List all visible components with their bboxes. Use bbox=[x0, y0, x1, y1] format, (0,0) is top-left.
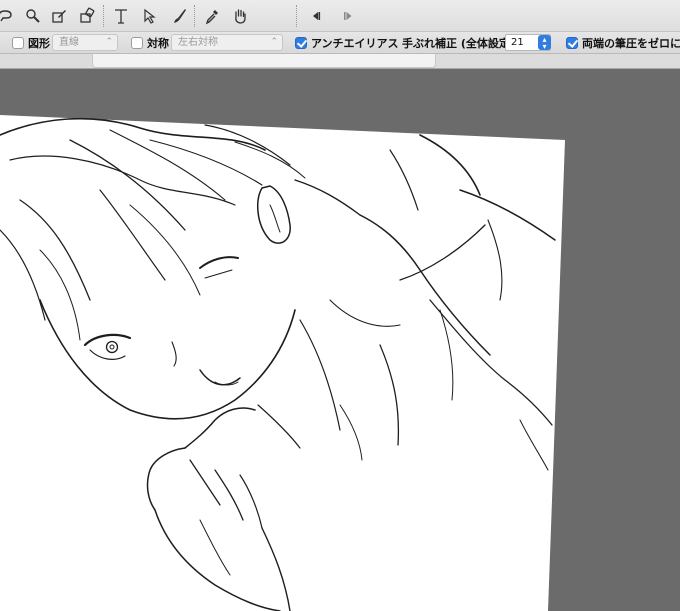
stabilizer-stepper[interactable]: ▴ ▾ bbox=[538, 35, 551, 50]
shape-select[interactable]: 直線 ⌃ bbox=[52, 34, 118, 51]
text-tool-icon[interactable] bbox=[110, 5, 132, 27]
chevron-updown-icon: ⌃ bbox=[105, 37, 113, 47]
pressure-label: 両端の筆圧をゼロにする bbox=[582, 37, 680, 50]
tool-toolbar bbox=[0, 0, 680, 32]
lasso-icon[interactable] bbox=[0, 5, 16, 27]
select-arrow-icon[interactable] bbox=[138, 5, 160, 27]
symmetry-select-value: 左右対称 bbox=[178, 37, 218, 48]
toolbar-separator bbox=[296, 5, 297, 27]
canvas-paper[interactable] bbox=[0, 115, 565, 611]
shape-label: 図形 bbox=[28, 37, 50, 50]
document-tab[interactable] bbox=[92, 54, 436, 68]
previous-frame-icon[interactable] bbox=[305, 5, 327, 27]
workspace[interactable] bbox=[0, 69, 680, 611]
drawing-canvas[interactable] bbox=[0, 69, 680, 611]
hand-icon[interactable] bbox=[229, 5, 251, 27]
toolbar-separator bbox=[103, 5, 104, 27]
symmetry-select[interactable]: 左右対称 ⌃ bbox=[171, 34, 283, 51]
antialias-checkbox[interactable] bbox=[295, 37, 307, 49]
shape-select-value: 直線 bbox=[59, 37, 79, 48]
symmetry-label: 対称 bbox=[147, 37, 169, 50]
stabilizer-option: 手ぶれ補正 (全体設定) bbox=[402, 35, 515, 51]
next-frame-icon[interactable] bbox=[337, 5, 359, 27]
tool-options-bar: 図形 直線 ⌃ 対称 左右対称 ⌃ アンチエイリアス 手ぶれ補正 (全体設定) … bbox=[0, 32, 680, 54]
chevron-updown-icon: ⌃ bbox=[270, 37, 278, 47]
pressure-option[interactable]: 両端の筆圧をゼロにする bbox=[566, 35, 680, 51]
eyedropper-icon[interactable] bbox=[201, 5, 223, 27]
eraser-icon[interactable] bbox=[76, 5, 98, 27]
zoom-icon[interactable] bbox=[22, 5, 44, 27]
document-tab-bar bbox=[0, 54, 680, 69]
antialias-option[interactable]: アンチエイリアス bbox=[295, 35, 399, 51]
symmetry-checkbox[interactable] bbox=[131, 37, 143, 49]
antialias-label: アンチエイリアス bbox=[311, 37, 399, 50]
brush-icon[interactable] bbox=[168, 5, 190, 27]
shape-checkbox[interactable] bbox=[12, 37, 24, 49]
toolbar-separator bbox=[194, 5, 195, 27]
stabilizer-value: 21 bbox=[511, 37, 524, 48]
pen-icon[interactable] bbox=[48, 5, 70, 27]
stabilizer-label: 手ぶれ補正 (全体設定) bbox=[402, 37, 515, 50]
symmetry-option[interactable]: 対称 bbox=[131, 35, 169, 51]
shape-option[interactable]: 図形 bbox=[12, 35, 50, 51]
pressure-checkbox[interactable] bbox=[566, 37, 578, 49]
chevron-down-icon: ▾ bbox=[542, 41, 547, 51]
